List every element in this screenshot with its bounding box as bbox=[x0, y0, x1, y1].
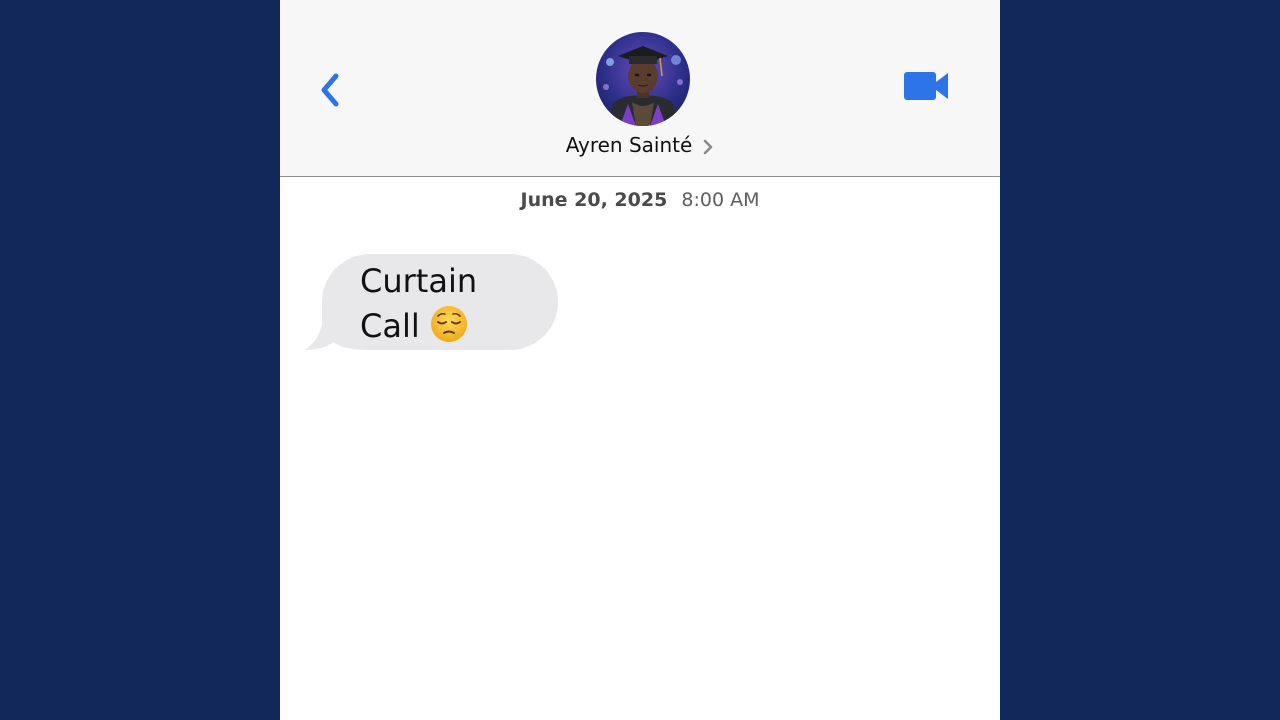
chevron-left-icon bbox=[321, 73, 339, 107]
incoming-message-bubble[interactable]: Curtain Call bbox=[302, 254, 562, 354]
back-button[interactable] bbox=[316, 70, 348, 110]
message-text-container: Curtain Call bbox=[360, 259, 530, 349]
contact-name: Ayren Sainté bbox=[565, 133, 693, 157]
conversation-timestamp: June 20, 2025 8:00 AM bbox=[280, 189, 1000, 211]
messages-screen: Ayren Sainté June 20, 2025 8:00 AM Curta… bbox=[280, 0, 1000, 720]
chevron-right-icon bbox=[704, 139, 713, 154]
contact-avatar[interactable] bbox=[596, 32, 690, 126]
timestamp-time: 8:00 AM bbox=[681, 189, 760, 211]
video-call-button[interactable] bbox=[902, 68, 950, 104]
contact-name-button[interactable]: Ayren Sainté bbox=[280, 133, 1000, 157]
video-camera-icon bbox=[904, 72, 948, 100]
pensive-face-emoji bbox=[430, 306, 467, 342]
timestamp-date: June 20, 2025 bbox=[520, 189, 668, 211]
graduation-photo bbox=[596, 32, 690, 126]
conversation-header: Ayren Sainté bbox=[280, 0, 1000, 177]
